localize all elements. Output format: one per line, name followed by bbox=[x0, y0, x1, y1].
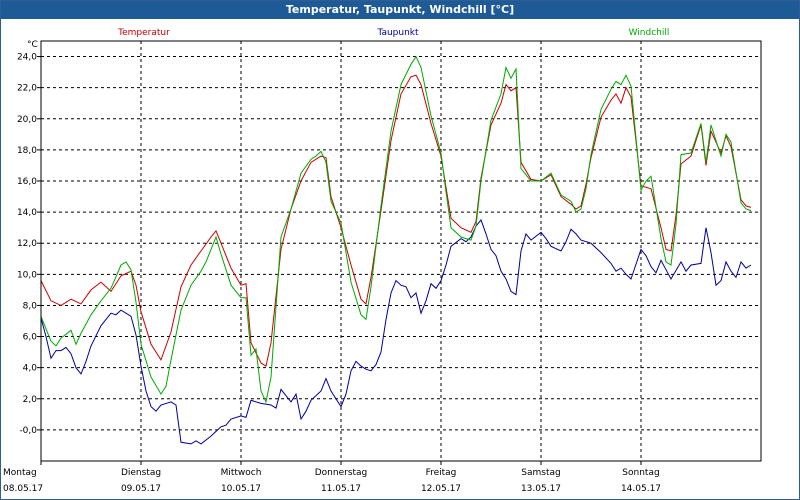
y-tick-label: -0,0 bbox=[19, 426, 37, 436]
y-tick-label: 6,0 bbox=[23, 333, 38, 343]
x-tick-date: 08.05.17 bbox=[3, 484, 43, 494]
legend: Temperatur Taupunkt Windchill bbox=[117, 28, 669, 38]
y-tick-label: 2,0 bbox=[23, 395, 38, 405]
x-tick-date: 10.05.17 bbox=[221, 484, 261, 494]
chart-window: Temperatur, Taupunkt, Windchill [°C] °C … bbox=[0, 0, 800, 500]
x-tick-weekday: Donnerstag bbox=[315, 468, 368, 478]
plot-frame bbox=[40, 40, 762, 462]
x-axis-ticks: Montag 08.05.17 Dienstag 09.05.17 Mittwoch 10… bbox=[3, 461, 661, 494]
y-tick-label: 24,0 bbox=[17, 53, 37, 63]
window-title: Temperatur, Taupunkt, Windchill [°C] bbox=[1, 1, 799, 19]
y-axis-ticks: 24,0 22,0 20,0 18,0 16,0 14,0 12,0 10,0 8,0 6,0 4,… bbox=[17, 53, 41, 436]
x-tick-weekday: Dienstag bbox=[121, 468, 161, 478]
x-tick-weekday: Samstag bbox=[521, 468, 560, 478]
legend-item-windchill: Windchill bbox=[629, 28, 670, 38]
legend-item-temperatur: Temperatur bbox=[117, 28, 170, 38]
x-tick-weekday: Sonntag bbox=[622, 468, 659, 478]
y-tick-label: 20,0 bbox=[17, 115, 37, 125]
y-tick-label: 10,0 bbox=[17, 270, 37, 280]
legend-item-taupunkt: Taupunkt bbox=[376, 28, 419, 38]
chart-area: °C 24,0 22,0 20,0 18,0 16,0 14,0 12,0 10,0 8,0 6,… bbox=[3, 28, 762, 494]
y-axis-unit: °C bbox=[27, 40, 38, 50]
y-tick-label: 8,0 bbox=[23, 301, 38, 311]
y-tick-label: 12,0 bbox=[17, 239, 37, 249]
series-line-windchill bbox=[40, 55, 752, 404]
y-tick-label: 4,0 bbox=[23, 364, 38, 374]
x-tick-date: 09.05.17 bbox=[121, 484, 161, 494]
series-line-temperatur bbox=[40, 74, 752, 367]
x-tick-weekday: Freitag bbox=[426, 468, 457, 478]
grid-lines bbox=[41, 41, 761, 461]
x-tick-date: 12.05.17 bbox=[421, 484, 461, 494]
y-tick-label: 14,0 bbox=[17, 208, 37, 218]
x-tick-date: 14.05.17 bbox=[621, 484, 661, 494]
x-tick-date: 13.05.17 bbox=[521, 484, 561, 494]
x-tick-weekday: Montag bbox=[3, 468, 37, 478]
y-tick-label: 18,0 bbox=[17, 146, 37, 156]
x-tick-date: 11.05.17 bbox=[321, 484, 361, 494]
series-lines bbox=[40, 55, 752, 445]
x-tick-weekday: Mittwoch bbox=[221, 468, 262, 478]
y-tick-label: 16,0 bbox=[17, 177, 37, 187]
y-tick-label: 22,0 bbox=[17, 84, 37, 94]
